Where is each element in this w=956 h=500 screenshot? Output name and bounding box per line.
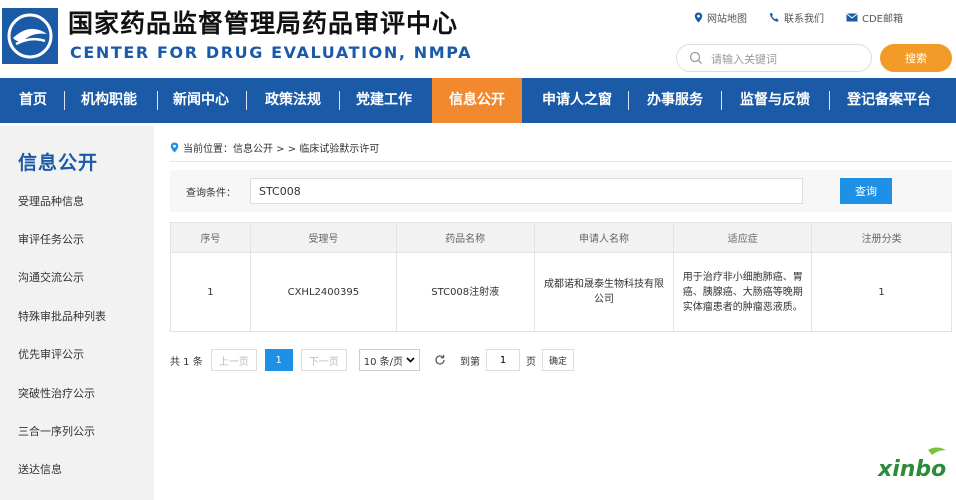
page-size-value: 10 条/页 <box>363 356 404 368</box>
site-search-input[interactable] <box>711 50 861 68</box>
query-input[interactable] <box>250 178 803 204</box>
sitemap-label: 网站地图 <box>707 14 747 25</box>
nav-item-registration[interactable]: 登记备案平台 <box>836 78 942 123</box>
sidebar-item-priority-review[interactable]: 优先审评公示 <box>18 346 84 362</box>
chevron-down-icon <box>406 357 415 363</box>
nav-divider <box>628 91 629 110</box>
nav-item-info-disclosure[interactable]: 信息公开 <box>432 78 522 123</box>
top-links: 网站地图 联系我们 CDE邮箱 <box>694 10 903 25</box>
total-count: 共 1 条 <box>170 356 203 368</box>
sidebar-item-three-in-one[interactable]: 三合一序列公示 <box>18 423 95 439</box>
divider <box>170 161 952 162</box>
sidebar-item-delivery[interactable]: 送达信息 <box>18 461 62 477</box>
sitemap-link[interactable]: 网站地图 <box>694 10 747 25</box>
nav-divider <box>157 91 158 110</box>
nav-item-party[interactable]: 党建工作 <box>344 78 424 123</box>
nav-item-services[interactable]: 办事服务 <box>636 78 714 123</box>
sidebar-item-review-tasks[interactable]: 审评任务公示 <box>18 231 84 247</box>
refresh-icon <box>435 354 445 365</box>
col-header-acceptance-no: 受理号 <box>249 222 397 253</box>
mail-icon <box>846 13 858 22</box>
breadcrumb-text: 当前位置：信息公开 > > 临床试验默示许可 <box>183 144 380 155</box>
col-header-drug-name: 药品名称 <box>395 222 535 253</box>
nav-item-policy[interactable]: 政策法规 <box>254 78 332 123</box>
prev-page-button[interactable]: 上一页 <box>210 349 257 371</box>
table-row: 1 CXHL2400395 STC008注射液 成都诺和晟泰生物科技有限公司 用… <box>170 252 952 332</box>
query-button[interactable]: 查询 <box>840 178 892 204</box>
nav-item-supervision[interactable]: 监督与反馈 <box>728 78 822 123</box>
site-search-box <box>676 44 872 72</box>
col-header-index: 序号 <box>170 222 251 253</box>
cde-mail-link[interactable]: CDE邮箱 <box>846 10 903 25</box>
page-unit: 页 <box>526 356 537 368</box>
goto-page-input[interactable] <box>486 349 521 371</box>
sidebar-title: 信息公开 <box>18 152 99 174</box>
current-page-button[interactable]: 1 <box>264 349 293 371</box>
sidebar-item-breakthrough[interactable]: 突破性治疗公示 <box>18 385 95 401</box>
search-icon <box>689 51 702 64</box>
cde-logo[interactable] <box>2 8 58 64</box>
cell-index: 1 <box>170 252 251 332</box>
cde-mail-label: CDE邮箱 <box>862 14 904 25</box>
nav-divider <box>829 91 830 110</box>
nav-divider <box>721 91 722 110</box>
nav-item-applicant[interactable]: 申请人之窗 <box>530 78 624 123</box>
cell-acceptance-no: CXHL2400395 <box>249 252 397 332</box>
cell-applicant: 成都诺和晟泰生物科技有限公司 <box>533 252 675 332</box>
location-pin-icon <box>170 142 179 153</box>
location-pin-icon <box>694 12 703 23</box>
sidebar-item-accepted-varieties[interactable]: 受理品种信息 <box>18 193 84 209</box>
nav-item-news[interactable]: 新闻中心 <box>164 78 238 123</box>
cell-indication: 用于治疗非小细胞肺癌、胃癌、胰腺癌、大肠癌等晚期实体瘤患者的肿瘤恶液质。 <box>673 252 813 332</box>
nav-divider <box>339 91 340 110</box>
refresh-button[interactable] <box>434 354 446 366</box>
col-header-applicant: 申请人名称 <box>533 222 675 253</box>
goto-label: 到第 <box>460 356 481 368</box>
main-nav: 首页 机构职能 新闻中心 政策法规 党建工作 信息公开 申请人之窗 办事服务 监… <box>0 78 956 123</box>
site-title-cn: 国家药品监督管理局药品审评中心 <box>68 9 459 38</box>
goto-confirm-button[interactable]: 确定 <box>542 349 575 371</box>
breadcrumb: 当前位置：信息公开 > > 临床试验默示许可 <box>170 140 379 155</box>
sidebar: 信息公开 受理品种信息 审评任务公示 沟通交流公示 特殊审批品种列表 优先审评公… <box>0 126 154 500</box>
query-label: 查询条件： <box>186 188 236 199</box>
watermark-text: xinbo <box>877 457 946 482</box>
query-bar: 查询条件： 查询 <box>170 170 952 212</box>
table-header-row: 序号 受理号 药品名称 申请人名称 适应症 注册分类 <box>170 222 952 253</box>
xinbo-watermark: xinbo <box>876 446 956 482</box>
nav-item-home[interactable]: 首页 <box>8 78 58 123</box>
pagination: 共 1 条 上一页 1 下一页 10 条/页 到第 页 确定 <box>170 348 575 372</box>
cell-drug-name: STC008注射液 <box>395 252 535 332</box>
nav-divider <box>246 91 247 110</box>
sidebar-item-special-approval[interactable]: 特殊审批品种列表 <box>18 308 106 324</box>
col-header-indication: 适应症 <box>673 222 813 253</box>
nav-divider <box>64 91 65 110</box>
site-header: 国家药品监督管理局药品审评中心 CENTER FOR DRUG EVALUATI… <box>0 0 956 78</box>
results-table: 序号 受理号 药品名称 申请人名称 适应症 注册分类 1 CXHL2400395… <box>170 222 952 332</box>
col-header-registration-class: 注册分类 <box>811 222 952 253</box>
contact-link[interactable]: 联系我们 <box>769 10 824 25</box>
next-page-button[interactable]: 下一页 <box>300 349 347 371</box>
cell-registration-class: 1 <box>811 252 952 332</box>
contact-label: 联系我们 <box>784 14 824 25</box>
site-search-button[interactable]: 搜索 <box>880 44 952 72</box>
nav-item-functions[interactable]: 机构职能 <box>72 78 146 123</box>
site-title-en: CENTER FOR DRUG EVALUATION, NMPA <box>70 43 473 62</box>
phone-icon <box>769 12 779 22</box>
page-size-select[interactable]: 10 条/页 <box>358 349 421 371</box>
sidebar-item-communication[interactable]: 沟通交流公示 <box>18 269 84 285</box>
